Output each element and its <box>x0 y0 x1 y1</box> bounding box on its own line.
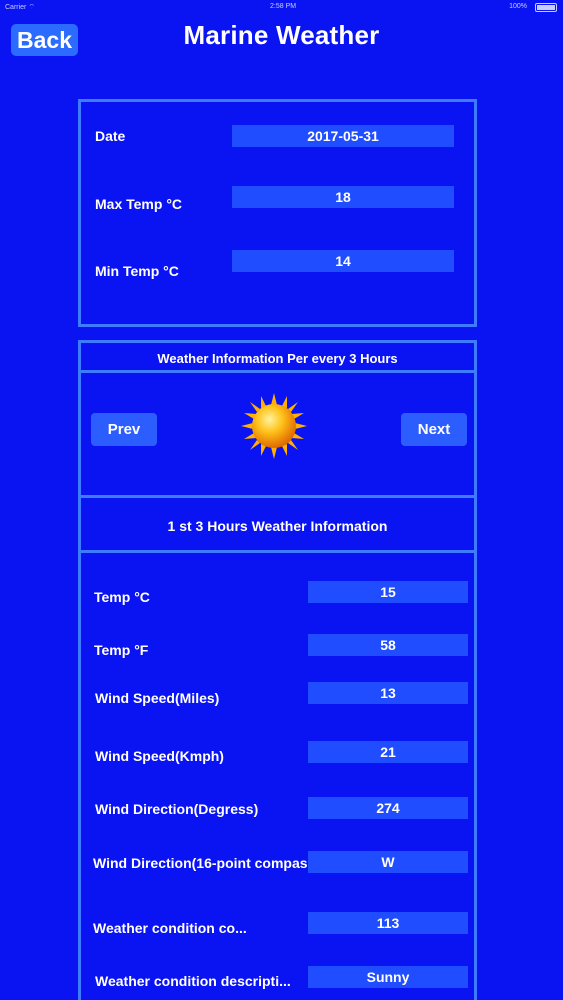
weather-description-value: Sunny <box>308 966 468 988</box>
hourly-detail-panel: Temp °C 15 Temp °F 58 Wind Speed(Miles) … <box>78 550 477 1000</box>
max-temp-label: Max Temp °C <box>95 196 183 212</box>
battery-icon <box>535 3 557 12</box>
wind-direction-compass-label: Wind Direction(16-point compass) <box>93 855 321 871</box>
period-title: 1 st 3 Hours Weather Information <box>167 518 388 534</box>
status-bar: Carrier ⌔ 2:58 PM 100% <box>0 0 563 14</box>
temp-c-label: Temp °C <box>94 589 150 605</box>
temp-f-label: Temp °F <box>94 642 149 658</box>
temp-c-value: 15 <box>308 581 468 603</box>
date-label: Date <box>95 128 126 144</box>
temp-f-value: 58 <box>308 634 468 656</box>
min-temp-value: 14 <box>232 250 454 272</box>
hourly-section-header: Weather Information Per every 3 Hours <box>78 340 477 374</box>
carrier-label: Carrier ⌔ <box>5 4 35 11</box>
next-button[interactable]: Next <box>401 413 467 446</box>
date-value: 2017-05-31 <box>232 125 454 147</box>
wind-speed-kmph-label: Wind Speed(Kmph) <box>95 748 224 764</box>
wind-direction-degrees-label: Wind Direction(Degress) <box>95 801 259 817</box>
wind-direction-compass-value: W <box>308 851 468 873</box>
page-title: Marine Weather <box>183 20 380 50</box>
battery-percent: 100% <box>509 3 527 10</box>
weather-code-label: Weather condition co... <box>93 920 247 936</box>
wind-direction-degrees-value: 274 <box>308 797 468 819</box>
wind-speed-kmph-value: 21 <box>308 741 468 763</box>
weather-code-value: 113 <box>308 912 468 934</box>
hourly-nav-panel: Prev Next <box>78 370 477 500</box>
status-time: 2:58 PM <box>270 3 297 10</box>
hourly-section-title: Weather Information Per every 3 Hours <box>157 351 398 366</box>
wind-speed-miles-value: 13 <box>308 682 468 704</box>
min-temp-label: Min Temp °C <box>95 263 179 279</box>
prev-button[interactable]: Prev <box>91 413 157 446</box>
daily-summary-panel: Date 2017-05-31 Max Temp °C 18 Min Temp … <box>78 99 477 327</box>
sun-icon <box>241 393 307 459</box>
wind-speed-miles-label: Wind Speed(Miles) <box>95 690 220 706</box>
weather-description-label: Weather condition descripti... <box>95 973 291 989</box>
max-temp-value: 18 <box>232 186 454 208</box>
period-header: 1 st 3 Hours Weather Information <box>78 495 477 555</box>
